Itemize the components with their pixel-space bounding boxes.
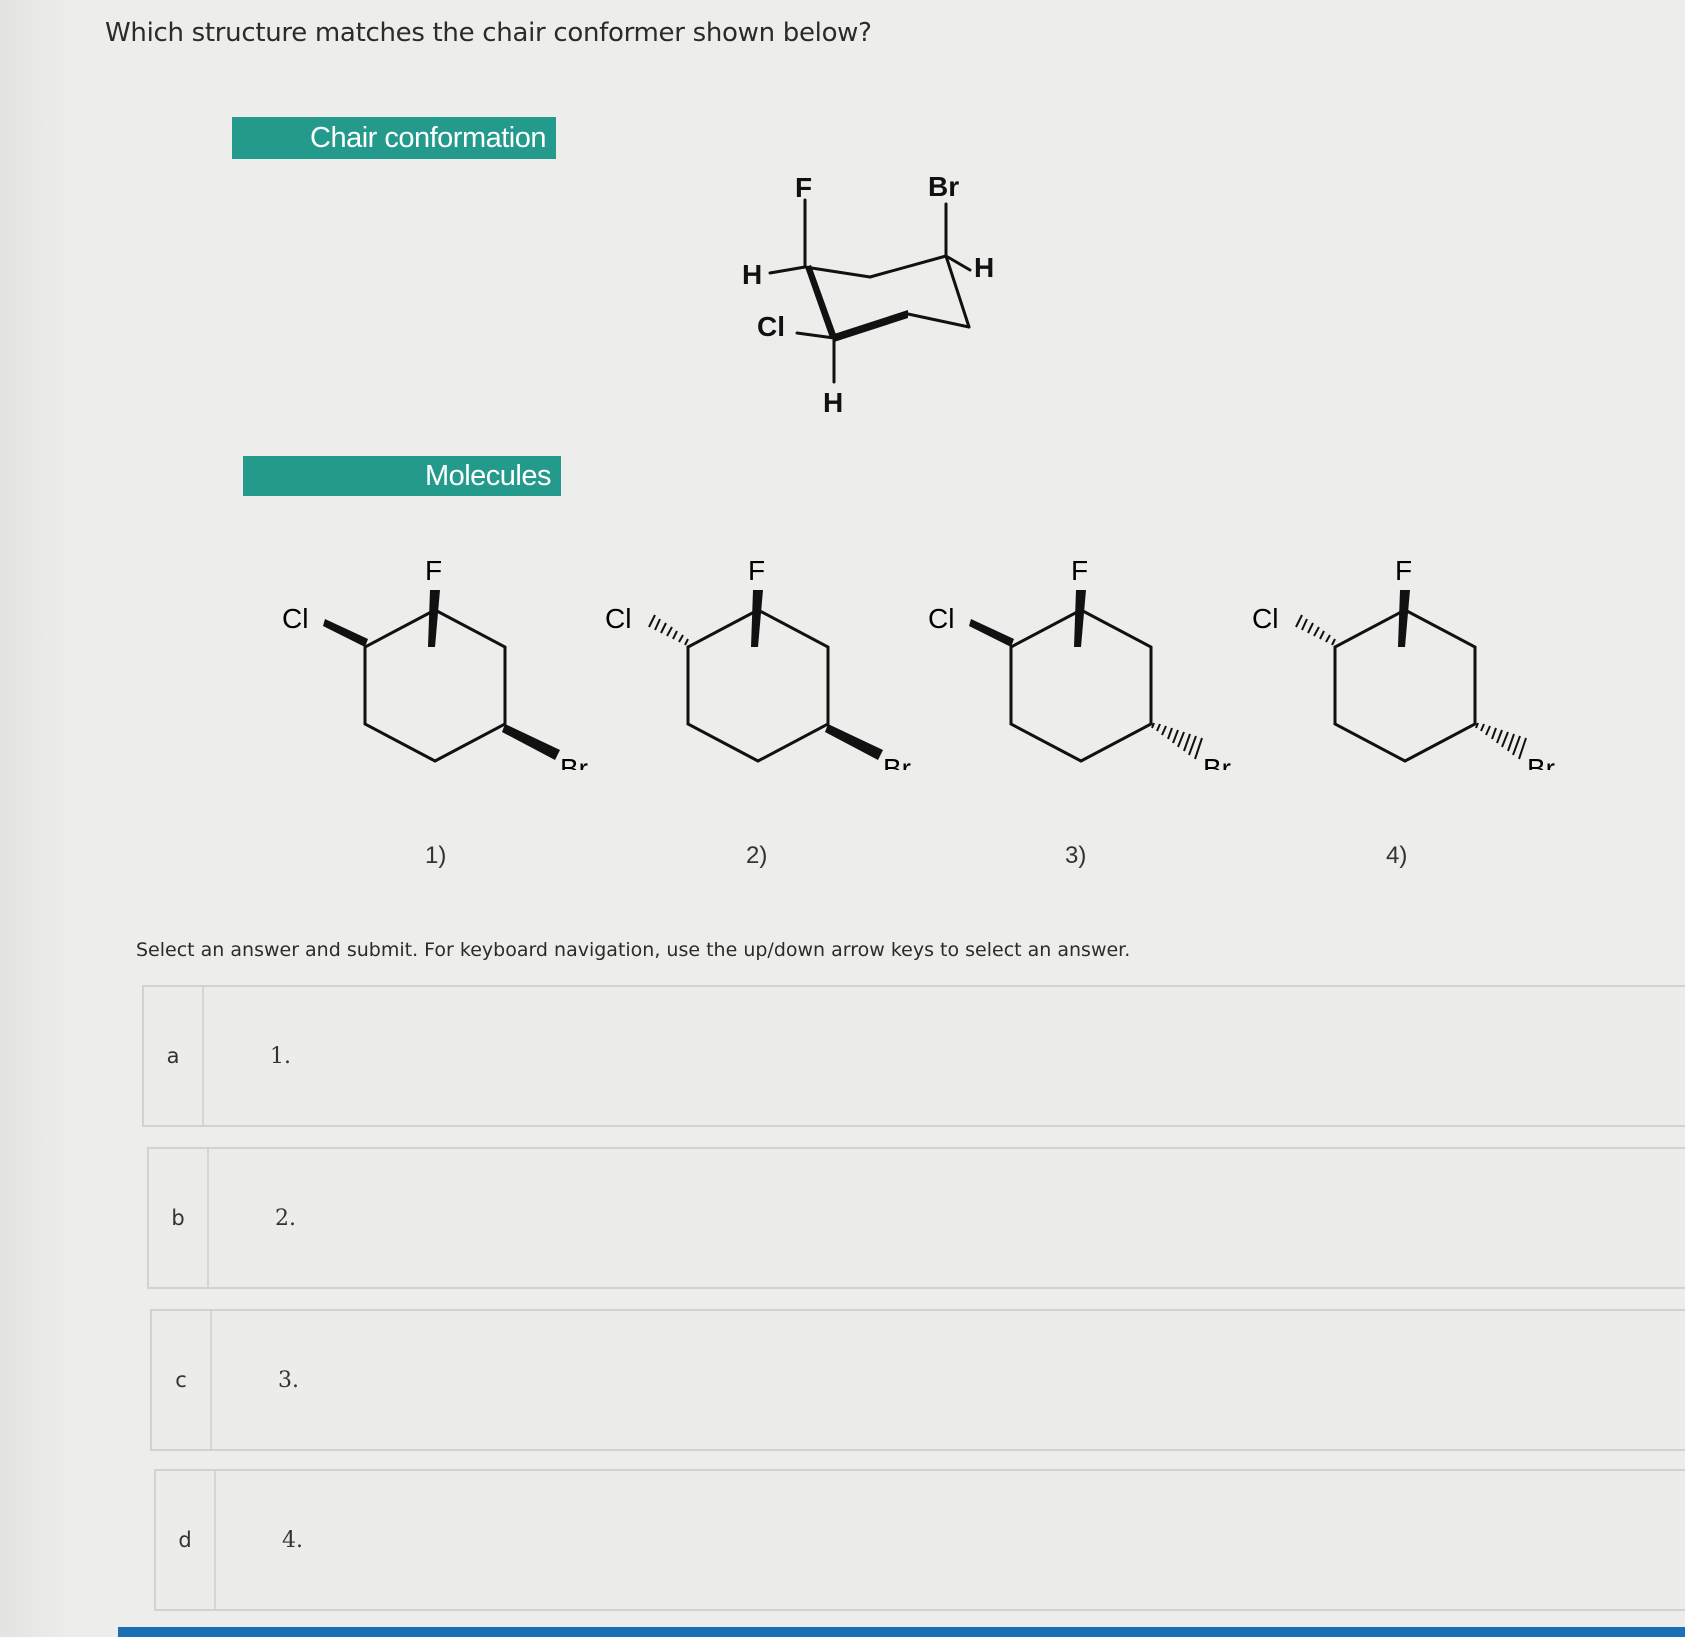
chair-cl-label: Cl xyxy=(757,311,785,342)
br-wedge xyxy=(825,724,883,760)
f-wedge xyxy=(751,590,763,647)
br-hash xyxy=(1475,722,1527,760)
f-label: F xyxy=(1071,555,1088,586)
chair-bond xyxy=(906,312,971,329)
chair-h-left-label: H xyxy=(742,259,762,290)
f-wedge xyxy=(1074,590,1086,647)
f-label: F xyxy=(748,555,765,586)
option-letter: d xyxy=(156,1471,216,1609)
answer-option-c[interactable]: c 3. xyxy=(150,1309,1685,1451)
molecule-3-number: 3) xyxy=(1065,842,1087,869)
option-letter: a xyxy=(144,987,204,1125)
option-text: 1. xyxy=(270,1043,291,1069)
cl-hash xyxy=(648,614,689,646)
chair-bold-bond xyxy=(805,265,838,340)
molecules-banner: Molecules xyxy=(243,456,561,496)
instructions-text: Select an answer and submit. For keyboar… xyxy=(136,939,1131,961)
molecule-1-number: 1) xyxy=(425,842,447,869)
bottom-bar xyxy=(118,1627,1685,1637)
cl-label: Cl xyxy=(928,603,954,634)
cl-hash xyxy=(1295,614,1336,646)
br-wedge xyxy=(502,724,560,760)
chair-f-label: F xyxy=(795,172,812,203)
br-label: Br xyxy=(883,753,911,770)
f-wedge xyxy=(428,590,440,647)
chair-cl-bond xyxy=(795,331,836,340)
option-letter: b xyxy=(149,1149,209,1287)
br-label: Br xyxy=(1527,753,1555,770)
answer-option-b[interactable]: b 2. xyxy=(147,1147,1685,1289)
chair-bold-bond xyxy=(834,310,908,342)
chair-bond xyxy=(868,254,948,279)
left-shade xyxy=(0,0,64,1637)
option-text: 2. xyxy=(275,1205,296,1231)
br-label: Br xyxy=(560,753,588,770)
cl-label: Cl xyxy=(605,603,631,634)
chair-conformer-figure: F Br H H Cl H xyxy=(700,160,1040,440)
cl-label: Cl xyxy=(282,603,308,634)
f-label: F xyxy=(425,555,442,586)
molecule-2: F Cl Br xyxy=(593,540,913,784)
answer-option-d[interactable]: d 4. xyxy=(154,1469,1685,1611)
option-text: 4. xyxy=(282,1527,303,1553)
chair-h-left-bond xyxy=(768,265,807,275)
chair-conformation-banner: Chair conformation xyxy=(232,117,556,159)
option-letter: c xyxy=(152,1311,212,1449)
br-label: Br xyxy=(1203,753,1231,770)
cl-wedge xyxy=(969,619,1014,647)
cl-wedge xyxy=(323,619,368,647)
molecule-4-number: 4) xyxy=(1386,842,1408,869)
option-text: 3. xyxy=(278,1367,299,1393)
chair-h-right-label: H xyxy=(974,252,994,283)
molecule-4: F Cl Br xyxy=(1240,540,1560,784)
f-wedge xyxy=(1398,590,1410,647)
answer-option-a[interactable]: a 1. xyxy=(142,985,1685,1127)
molecule-3: F Cl Br xyxy=(916,540,1236,784)
br-hash xyxy=(1151,722,1203,760)
cl-label: Cl xyxy=(1252,603,1278,634)
chair-br-label: Br xyxy=(928,171,959,202)
molecule-1: F Cl Br xyxy=(270,540,590,784)
f-label: F xyxy=(1395,555,1412,586)
chair-h-bottom-label: H xyxy=(823,387,843,418)
molecule-2-number: 2) xyxy=(746,842,768,869)
question-text: Which structure matches the chair confor… xyxy=(105,18,872,48)
